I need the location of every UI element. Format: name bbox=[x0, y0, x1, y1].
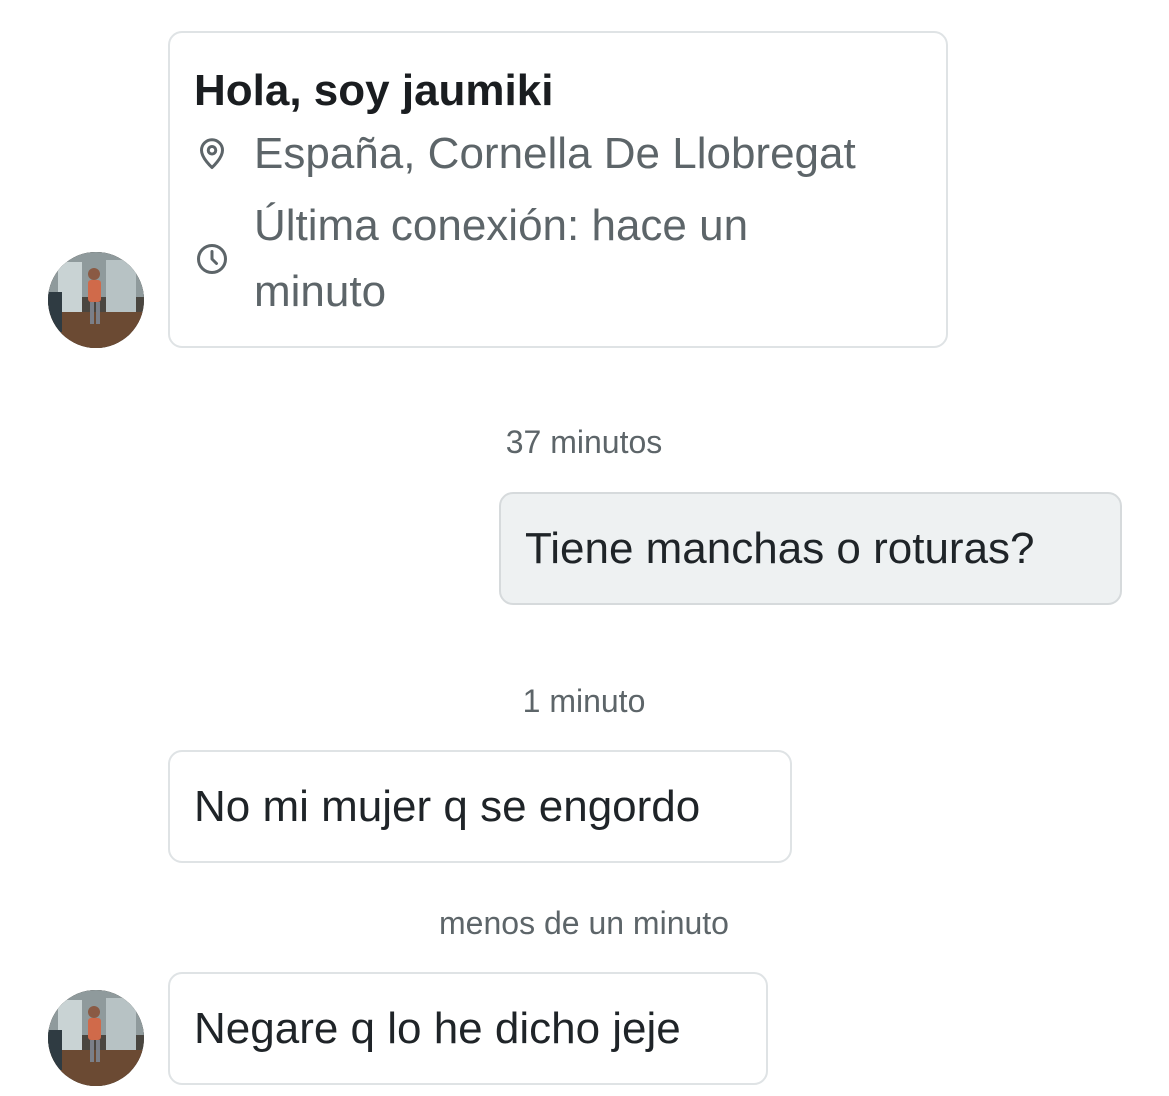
location-pin-icon bbox=[200, 138, 224, 169]
message-timestamp: 1 minuto bbox=[522, 683, 646, 719]
last-seen-line-2: minuto bbox=[254, 267, 387, 316]
profile-card[interactable]: Hola, soy jaumiki España, Cornella De Ll… bbox=[168, 31, 948, 348]
last-seen-line-1: Última conexión: hace un bbox=[254, 201, 749, 250]
profile-greeting: Hola, soy jaumiki bbox=[194, 66, 554, 115]
message-bubble-sent[interactable]: Tiene manchas o roturas? bbox=[499, 492, 1122, 605]
profile-last-seen-row: Última conexión: hace un minuto bbox=[194, 193, 748, 325]
message-timestamp: menos de un minuto bbox=[439, 905, 729, 941]
clock-icon bbox=[197, 244, 227, 274]
profile-location-row: España, Cornella De Llobregat bbox=[194, 121, 856, 187]
avatar[interactable] bbox=[48, 252, 144, 348]
message-text: No mi mujer q se engordo bbox=[194, 781, 701, 831]
message-bubble-received[interactable]: No mi mujer q se engordo bbox=[168, 750, 792, 863]
message-text: Negare q lo he dicho jeje bbox=[194, 1003, 681, 1053]
profile-last-seen: Última conexión: hace un minuto bbox=[254, 193, 748, 325]
message-bubble-received[interactable]: Negare q lo he dicho jeje bbox=[168, 972, 768, 1085]
message-text: Tiene manchas o roturas? bbox=[525, 523, 1035, 573]
profile-location: España, Cornella De Llobregat bbox=[254, 129, 856, 178]
avatar[interactable] bbox=[48, 990, 144, 1086]
message-timestamp: 37 minutos bbox=[505, 424, 663, 460]
